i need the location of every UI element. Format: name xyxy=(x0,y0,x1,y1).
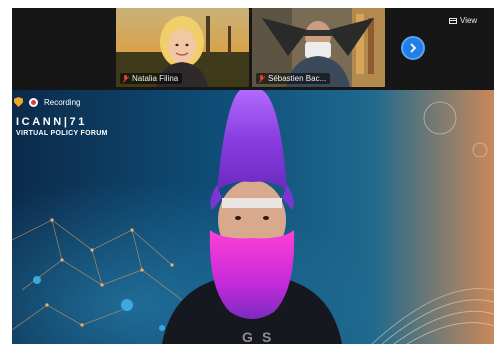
muted-mic-icon xyxy=(258,74,265,83)
participant-name: Natalia Filina xyxy=(132,74,179,83)
participant-name: Sébastien Bac... xyxy=(268,74,327,83)
participant-name-tag: Sébastien Bac... xyxy=(256,73,331,84)
next-page-button[interactable] xyxy=(401,36,425,60)
view-button[interactable]: View xyxy=(449,16,477,25)
active-speaker-video: G S Recording ICANN|71 VIRTUAL POLICY FO… xyxy=(12,90,494,344)
participant-thumbnail[interactable]: Natalia Filina xyxy=(116,8,249,87)
muted-mic-icon xyxy=(122,74,129,83)
participant-strip: Natalia Filina Sébastien Bac... View xyxy=(12,8,494,90)
meeting-window: Natalia Filina Sébastien Bac... View G S… xyxy=(12,8,494,344)
view-label: View xyxy=(460,16,478,25)
chevron-right-icon xyxy=(410,43,416,53)
recording-dot-icon xyxy=(29,97,38,107)
svg-text:G: G xyxy=(242,329,253,344)
participant-name-tag: Natalia Filina xyxy=(120,73,183,84)
recording-indicator: Recording xyxy=(14,97,80,107)
svg-text:S: S xyxy=(262,329,271,344)
logo-title: ICANN|71 xyxy=(16,116,87,128)
recording-label: Recording xyxy=(44,97,81,107)
event-logo: ICANN|71 VIRTUAL POLICY FORUM xyxy=(16,116,108,137)
participant-thumbnail[interactable]: Sébastien Bac... xyxy=(252,8,385,87)
view-grid-icon xyxy=(449,17,457,24)
security-shield-icon[interactable] xyxy=(14,97,23,107)
logo-subtitle: VIRTUAL POLICY FORUM xyxy=(16,130,108,137)
